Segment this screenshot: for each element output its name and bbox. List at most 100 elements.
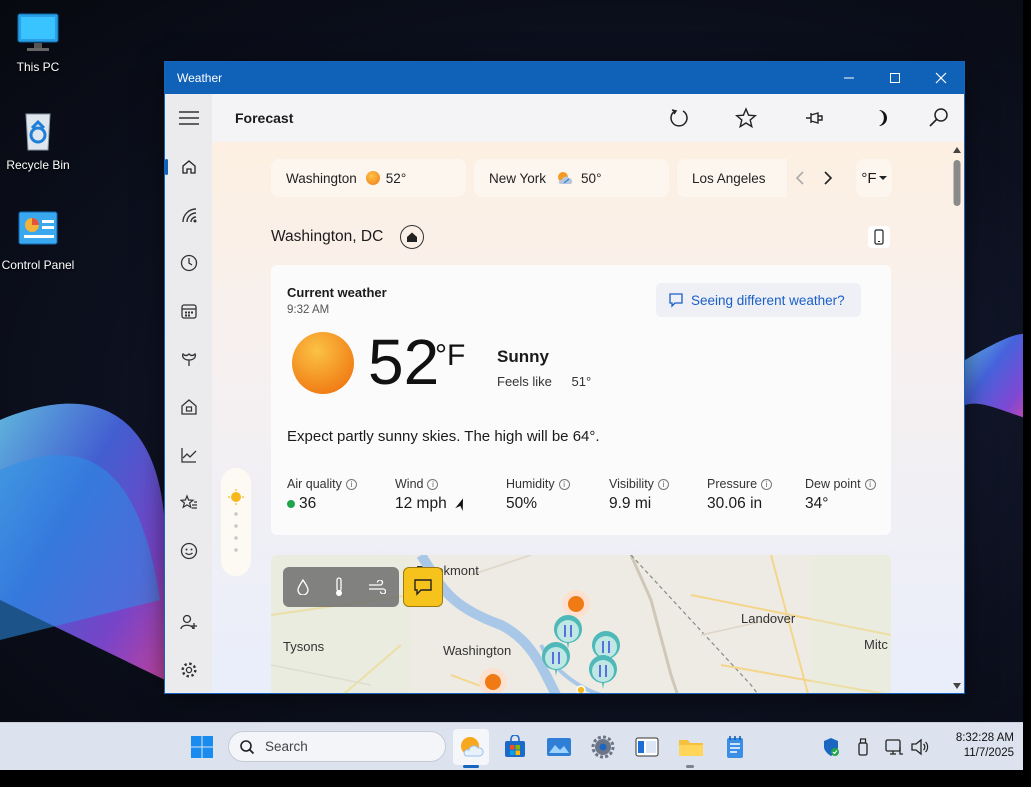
wind-icon: [369, 580, 386, 594]
nav-maps[interactable]: [165, 197, 212, 233]
pollen-icon: [181, 352, 196, 366]
stat-dew-point[interactable]: Dew point i 34°: [805, 477, 876, 513]
location-city: New York: [489, 170, 547, 186]
precipitation-layer-button[interactable]: [291, 575, 315, 599]
theme-button[interactable]: [865, 102, 897, 134]
desktop-icon-label: This PC: [16, 60, 60, 74]
map-layer-toolbar: [283, 567, 399, 607]
locations-prev-button[interactable]: [790, 168, 810, 188]
card-header: Current weather: [287, 285, 387, 300]
volume-icon: [911, 738, 929, 756]
stat-pressure[interactable]: Pressure i 30.06 in: [707, 477, 773, 513]
temperature-unit: °F: [435, 339, 466, 372]
info-icon[interactable]: i: [864, 478, 876, 490]
desktop-icon-control-panel[interactable]: Control Panel: [0, 208, 76, 272]
title-bar[interactable]: Weather: [165, 62, 964, 94]
location-name: Washington, DC: [271, 228, 384, 245]
taskbar-store[interactable]: [497, 729, 533, 765]
nav-favorites[interactable]: [165, 485, 212, 521]
nav-life[interactable]: [165, 341, 212, 377]
network-tray[interactable]: [884, 737, 904, 757]
notepad-icon: [727, 736, 743, 758]
nav-trends[interactable]: [165, 437, 212, 473]
usb-tray[interactable]: [856, 737, 870, 757]
maximize-button[interactable]: [872, 62, 918, 94]
temperature-layer-button[interactable]: [327, 575, 351, 599]
menu-button[interactable]: [165, 100, 212, 136]
settings-icon: [180, 662, 197, 678]
aqi-dot-icon: [287, 500, 295, 508]
taskbar-terminal[interactable]: [629, 729, 665, 765]
taskbar-settings[interactable]: [585, 729, 621, 765]
security-tray[interactable]: [822, 737, 840, 757]
terminal-icon: [635, 737, 659, 757]
stat-wind[interactable]: Wind i 12 mph: [395, 477, 466, 513]
smiley-icon: [180, 542, 197, 560]
info-icon[interactable]: i: [558, 478, 570, 490]
favorite-button[interactable]: [730, 102, 762, 134]
taskbar-search[interactable]: Search: [228, 731, 446, 762]
locations-next-button[interactable]: [818, 168, 838, 188]
stat-air-quality[interactable]: Air quality i 36: [287, 477, 357, 513]
stat-visibility[interactable]: Visibility i 9.9 mi: [609, 477, 669, 513]
info-icon[interactable]: i: [761, 478, 773, 490]
taskbar-notepad[interactable]: [717, 729, 753, 765]
nav-account[interactable]: [165, 604, 212, 640]
taskbar: Search 8:32:28 AM 11/7/2025: [0, 722, 1023, 770]
scrollbar[interactable]: [950, 142, 964, 693]
timeline-scrubber[interactable]: [221, 468, 251, 576]
current-weather-card: Current weather 9:32 AM Seeing different…: [271, 265, 891, 535]
close-icon: [935, 72, 947, 84]
desktop-icon-label: Control Panel: [1, 258, 75, 272]
temperature-marker[interactable]: [589, 655, 617, 689]
info-icon[interactable]: i: [427, 478, 439, 490]
search-button[interactable]: [923, 102, 955, 134]
stat-label: Air quality: [287, 477, 342, 491]
refresh-button[interactable]: [663, 102, 695, 134]
refresh-icon: [670, 109, 688, 127]
wind-layer-button[interactable]: [365, 575, 389, 599]
nav-feedback[interactable]: [165, 533, 212, 569]
sun-marker: [479, 668, 507, 693]
nav-monthly[interactable]: [165, 293, 212, 329]
unit-selector[interactable]: °F: [856, 159, 892, 197]
location-chip-new-york[interactable]: New York 50°: [474, 159, 669, 197]
minimize-button[interactable]: [826, 62, 872, 94]
nav-historical[interactable]: [165, 389, 212, 425]
stat-label: Humidity: [506, 477, 555, 491]
comment-layer-button[interactable]: [403, 567, 443, 607]
desktop-icon-label: Recycle Bin: [6, 158, 70, 172]
weather-map[interactable]: Brookmont Tysons Washington Landover Mit…: [271, 555, 891, 693]
settings-icon: [591, 735, 615, 759]
caret-down-icon: [878, 176, 887, 180]
location-chip-washington[interactable]: Washington 52°: [271, 159, 466, 197]
stat-humidity[interactable]: Humidity i 50%: [506, 477, 570, 513]
set-home-button[interactable]: [400, 225, 424, 249]
info-icon[interactable]: i: [345, 478, 357, 490]
pin-button[interactable]: [798, 102, 830, 134]
volume-tray[interactable]: [910, 737, 930, 757]
temperature-marker[interactable]: [542, 642, 570, 676]
home-alt-icon: [180, 399, 197, 415]
start-button[interactable]: [184, 729, 220, 765]
maximize-icon: [890, 73, 900, 83]
taskbar-weather-app[interactable]: [453, 729, 489, 765]
current-temperature: 52: [368, 326, 440, 398]
feedback-button[interactable]: Seeing different weather?: [656, 283, 861, 317]
location-city: Los Angeles: [692, 170, 766, 186]
location-chip-los-angeles[interactable]: Los Angeles: [677, 159, 787, 197]
taskbar-clock[interactable]: 8:32:28 AM 11/7/2025: [934, 731, 1014, 761]
desktop-icon-recycle-bin[interactable]: Recycle Bin: [0, 108, 76, 172]
device-button[interactable]: [868, 226, 890, 248]
feels-like: Feels like 51°: [497, 374, 591, 389]
close-button[interactable]: [918, 62, 964, 94]
desktop-icon-this-pc[interactable]: This PC: [0, 10, 76, 74]
nav-forecast[interactable]: [165, 149, 212, 185]
chevron-left-icon: [795, 171, 804, 185]
info-icon[interactable]: i: [657, 478, 669, 490]
taskbar-file-explorer[interactable]: [673, 729, 709, 765]
taskbar-photos[interactable]: [541, 729, 577, 765]
nav-hourly[interactable]: [165, 245, 212, 281]
window-title: Weather: [177, 71, 223, 85]
nav-settings[interactable]: [165, 652, 212, 688]
